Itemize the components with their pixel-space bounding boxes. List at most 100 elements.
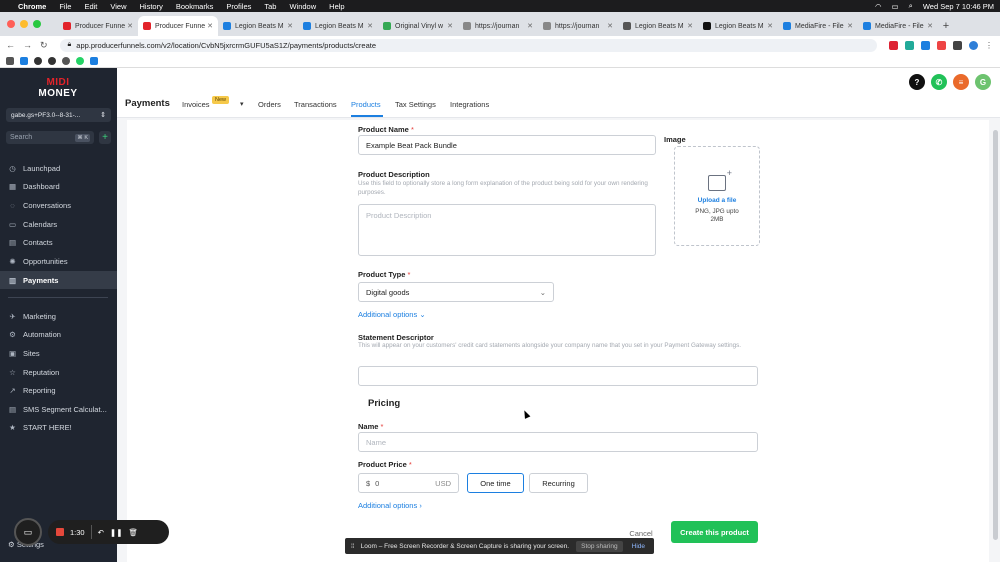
close-tab-icon[interactable]: ✕ bbox=[927, 22, 933, 30]
battery-icon[interactable]: ▭ bbox=[892, 2, 899, 11]
sidebar-item-sms-segment[interactable]: ▤ SMS Segment Calculat... bbox=[0, 400, 117, 418]
avatar[interactable]: G bbox=[975, 74, 991, 90]
price-name-input[interactable]: Name bbox=[358, 432, 758, 452]
sidebar-item-start-here[interactable]: ★ START HERE! bbox=[0, 418, 117, 436]
browser-tab[interactable]: Producer Funne ✕ bbox=[58, 16, 138, 36]
bookmark-icon[interactable] bbox=[76, 56, 84, 65]
pause-icon[interactable]: ❚❚ bbox=[110, 528, 123, 537]
bookmark-folder-icon[interactable] bbox=[6, 56, 14, 65]
extension-icon[interactable] bbox=[889, 40, 898, 50]
sidebar-item-reporting[interactable]: ↗ Reporting bbox=[0, 381, 117, 399]
account-switcher[interactable]: gabe.gs+PF3.0--8-31-... ⇕ bbox=[6, 108, 111, 122]
browser-tab[interactable]: Legion Beats M ✕ bbox=[698, 16, 778, 36]
close-tab-icon[interactable]: ✕ bbox=[767, 22, 773, 30]
menu-tab[interactable]: Tab bbox=[264, 2, 276, 11]
bookmark-icon[interactable] bbox=[34, 56, 42, 65]
menubar-clock[interactable]: Wed Sep 7 10:46 PM bbox=[923, 2, 994, 11]
lock-icon[interactable]: 🔒︎ bbox=[68, 41, 72, 49]
one-time-option[interactable]: One time bbox=[467, 473, 524, 493]
menu-edit[interactable]: Edit bbox=[84, 2, 97, 11]
help-icon[interactable]: ? bbox=[909, 74, 925, 90]
tab-tax-settings[interactable]: Tax Settings bbox=[395, 100, 436, 109]
tab-invoices[interactable]: Invoices bbox=[182, 100, 210, 109]
close-tab-icon[interactable]: ✕ bbox=[127, 22, 133, 30]
close-tab-icon[interactable]: ✕ bbox=[287, 22, 293, 30]
description-textarea[interactable]: Product Description bbox=[358, 204, 656, 256]
stop-sharing-button[interactable]: Stop sharing bbox=[576, 540, 623, 552]
browser-tab[interactable]: Original Vinyl w ✕ bbox=[378, 16, 458, 36]
extension-icon[interactable] bbox=[905, 40, 914, 50]
browser-tab[interactable]: MediaFire - File ✕ bbox=[778, 16, 858, 36]
browser-tab-active[interactable]: Producer Funne ✕ bbox=[138, 16, 218, 36]
statement-descriptor-input[interactable] bbox=[358, 366, 758, 386]
product-name-input[interactable]: Example Beat Pack Bundle bbox=[358, 135, 656, 155]
tab-products[interactable]: Products bbox=[351, 100, 381, 109]
close-tab-icon[interactable]: ✕ bbox=[687, 22, 693, 30]
sidebar-item-contacts[interactable]: ▤ Contacts bbox=[0, 233, 117, 251]
drag-handle-icon[interactable]: ⁞⁞ bbox=[351, 543, 355, 550]
close-tab-icon[interactable]: ✕ bbox=[207, 22, 213, 30]
sidebar-item-marketing[interactable]: ✈ Marketing bbox=[0, 307, 117, 325]
extensions-puzzle-icon[interactable] bbox=[953, 40, 962, 50]
sidebar-item-payments[interactable]: ▥ Payments bbox=[0, 271, 117, 289]
close-tab-icon[interactable]: ✕ bbox=[607, 22, 613, 30]
menu-app[interactable]: Chrome bbox=[18, 2, 46, 11]
phone-icon[interactable]: ✆ bbox=[931, 74, 947, 90]
menu-file[interactable]: File bbox=[59, 2, 71, 11]
stop-recording-icon[interactable] bbox=[56, 528, 64, 536]
browser-tab[interactable]: MediaFire - File ✕ bbox=[858, 16, 938, 36]
menu-view[interactable]: View bbox=[110, 2, 126, 11]
undo-icon[interactable]: ↶ bbox=[98, 528, 104, 537]
additional-options-link[interactable]: Additional options ⌄ bbox=[358, 310, 426, 319]
back-icon[interactable]: ← bbox=[6, 40, 15, 50]
extension-icon[interactable] bbox=[937, 40, 946, 50]
close-tab-icon[interactable]: ✕ bbox=[447, 22, 453, 30]
kebab-menu-icon[interactable]: ⋮ bbox=[985, 40, 994, 50]
chevron-down-icon[interactable]: ▾ bbox=[240, 100, 244, 108]
create-product-button[interactable]: Create this product bbox=[671, 521, 758, 543]
browser-tab[interactable]: https://journan ✕ bbox=[458, 16, 538, 36]
sidebar-item-automation[interactable]: ⚙ Automation bbox=[0, 325, 117, 343]
camera-icon[interactable]: ▭ bbox=[14, 518, 42, 546]
quick-add-button[interactable]: + bbox=[99, 131, 111, 144]
tab-transactions[interactable]: Transactions bbox=[294, 100, 337, 109]
sidebar-item-calendars[interactable]: ▭ Calendars bbox=[0, 215, 117, 233]
close-tab-icon[interactable]: ✕ bbox=[847, 22, 853, 30]
browser-tab[interactable]: Legion Beats M ✕ bbox=[618, 16, 698, 36]
maximize-window-button[interactable] bbox=[33, 20, 41, 28]
bookmark-icon[interactable] bbox=[90, 56, 98, 65]
bookmark-icon[interactable] bbox=[48, 56, 56, 65]
close-window-button[interactable] bbox=[7, 20, 15, 28]
tab-integrations[interactable]: Integrations bbox=[450, 100, 489, 109]
extension-icon[interactable] bbox=[921, 40, 930, 50]
browser-tab[interactable]: https://journan ✕ bbox=[538, 16, 618, 36]
menu-window[interactable]: Window bbox=[289, 2, 316, 11]
address-bar[interactable]: 🔒︎ app.producerfunnels.com/v2/location/C… bbox=[59, 38, 877, 52]
bookmark-icon[interactable] bbox=[20, 56, 28, 65]
sidebar-item-dashboard[interactable]: ▦ Dashboard bbox=[0, 177, 117, 195]
menu-history[interactable]: History bbox=[140, 2, 163, 11]
product-price-input[interactable]: $ 0 USD bbox=[358, 473, 459, 493]
close-tab-icon[interactable]: ✕ bbox=[367, 22, 373, 30]
sidebar-item-sites[interactable]: ▣ Sites bbox=[0, 344, 117, 362]
trash-icon[interactable]: 🗑︎ bbox=[128, 528, 138, 537]
image-upload-dropzone[interactable]: Upload a file PNG, JPG upto2MB bbox=[674, 146, 760, 246]
menu-profiles[interactable]: Profiles bbox=[226, 2, 251, 11]
link-text[interactable]: Additional options bbox=[358, 501, 417, 510]
sidebar-item-opportunities[interactable]: ✺ Opportunities bbox=[0, 252, 117, 270]
notifications-icon[interactable]: ≡ bbox=[953, 74, 969, 90]
sidebar-item-reputation[interactable]: ☆ Reputation bbox=[0, 363, 117, 381]
logo[interactable]: MIDI MONEY bbox=[31, 77, 85, 103]
hide-button[interactable]: Hide bbox=[629, 541, 648, 552]
scrollbar[interactable] bbox=[993, 130, 998, 540]
browser-tab[interactable]: Legion Beats M ✕ bbox=[298, 16, 378, 36]
upload-file-link[interactable]: Upload a file bbox=[675, 197, 759, 204]
minimize-window-button[interactable] bbox=[20, 20, 28, 28]
recurring-option[interactable]: Recurring bbox=[529, 473, 588, 493]
sidebar-search[interactable]: Search ⌘ K bbox=[6, 131, 94, 144]
reload-icon[interactable]: ↻ bbox=[40, 40, 48, 51]
search-icon[interactable]: ⌕ bbox=[909, 1, 913, 11]
tab-orders[interactable]: Orders bbox=[258, 100, 281, 109]
wifi-icon[interactable]: ◠ bbox=[875, 2, 882, 11]
bookmark-icon[interactable] bbox=[62, 56, 70, 65]
